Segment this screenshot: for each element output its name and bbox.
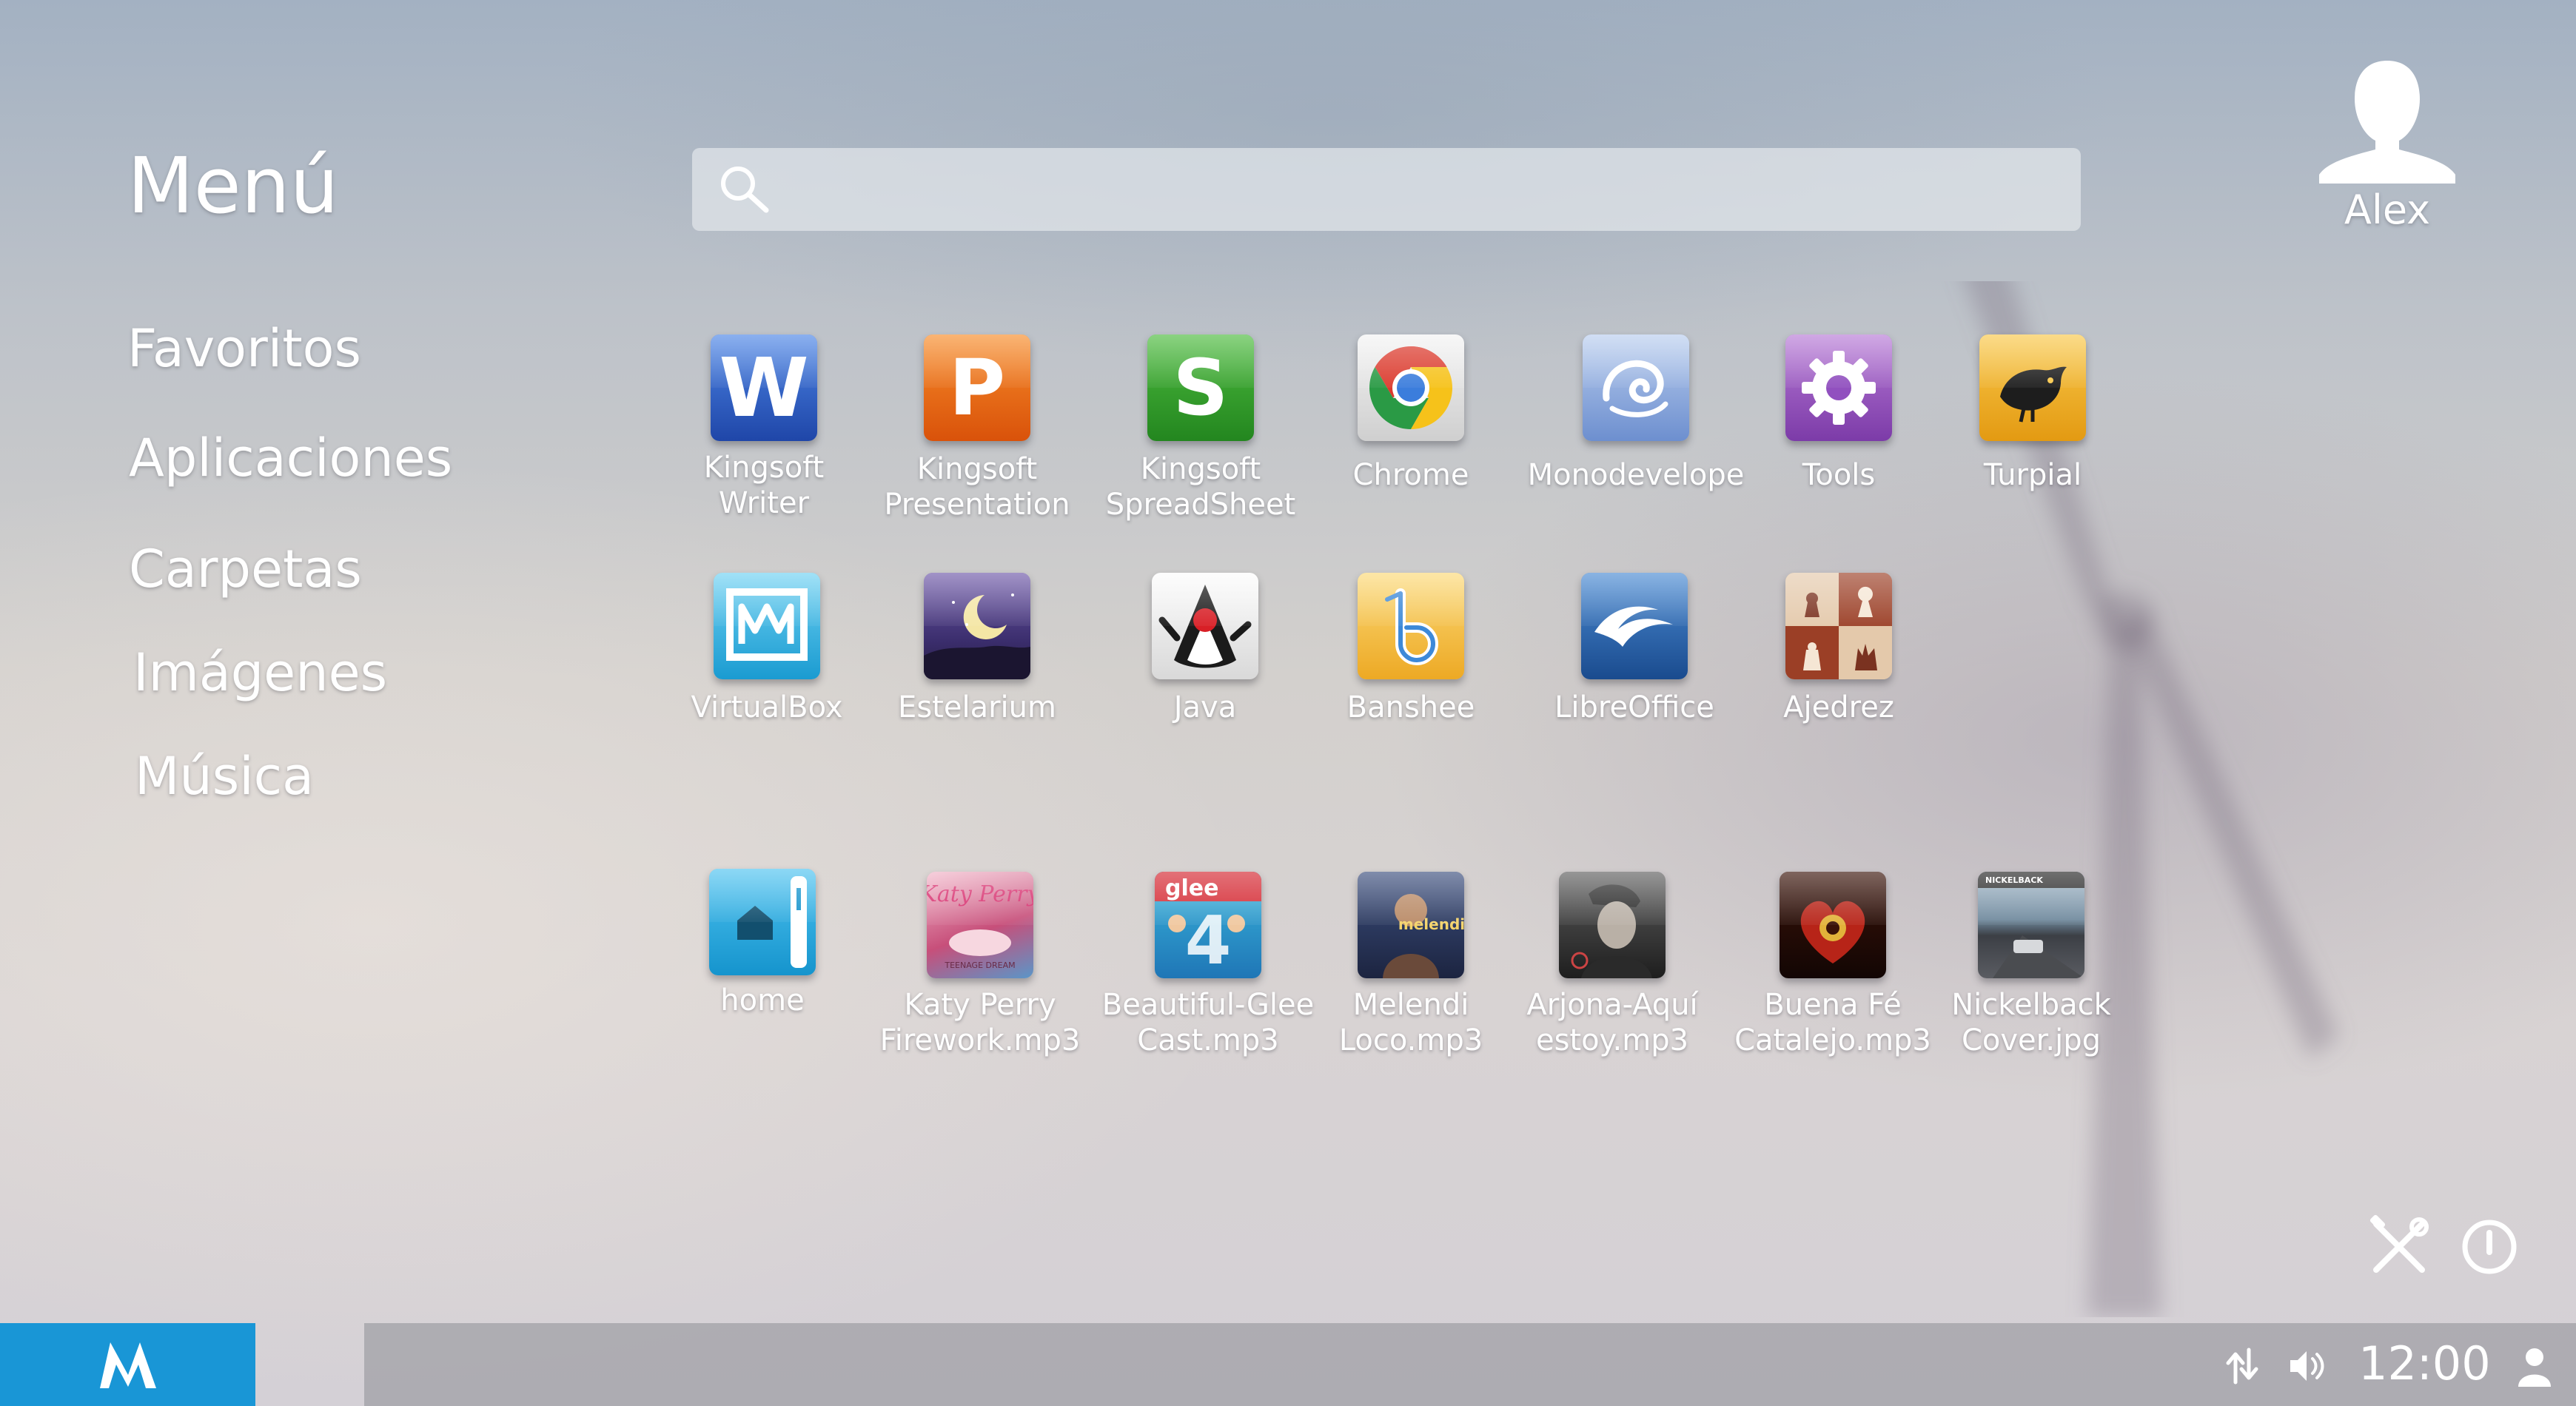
app-tools[interactable]: Tools [1728, 334, 1950, 493]
home-folder-icon [709, 869, 816, 975]
svg-text:Katy Perry: Katy Perry [927, 881, 1033, 907]
album-cover-buena-fe-icon [1780, 872, 1886, 978]
menu-item-musica[interactable]: Música [135, 746, 314, 807]
app-turpial[interactable]: Turpial [1922, 334, 2144, 493]
file-katy-perry[interactable]: Katy Perry TEENAGE DREAM Katy Perry Fire… [869, 872, 1091, 1058]
app-kingsoft-presentation[interactable]: P Kingsoft Presentation [866, 334, 1088, 522]
app-label: Chrome [1352, 458, 1469, 492]
kingsoft-writer-icon: W [711, 334, 817, 441]
menu-item-aplicaciones[interactable]: Aplicaciones [129, 428, 452, 488]
app-ajedrez[interactable]: Ajedrez [1728, 573, 1950, 725]
album-cover-katy-perry-icon: Katy Perry TEENAGE DREAM [927, 872, 1033, 978]
app-kingsoft-spreadsheet[interactable]: S Kingsoft SpreadSheet [1090, 334, 1312, 522]
search-icon [721, 166, 769, 213]
user-name: Alex [2344, 186, 2431, 233]
m-logo-icon [99, 1342, 156, 1388]
search-input[interactable] [772, 148, 2081, 231]
chess-icon [1785, 573, 1892, 679]
app-estelarium[interactable]: Estelarium [866, 573, 1088, 725]
album-cover-melendi-icon: melendi [1358, 872, 1464, 978]
turpial-bird-icon [1979, 334, 2086, 441]
file-label: Nickelback Cover.jpg [1951, 988, 2111, 1057]
file-melendi[interactable]: melendi Melendi Loco.mp3 [1300, 872, 1522, 1058]
kingsoft-presentation-icon: P [924, 334, 1030, 441]
app-label: Monodevelope [1527, 458, 1745, 492]
file-glee[interactable]: glee 4 Beautiful-Glee Cast.mp3 [1097, 872, 1319, 1058]
file-buena-fe[interactable]: Buena Fé Catalejo.mp3 [1722, 872, 1944, 1058]
svg-text:4: 4 [1185, 902, 1232, 978]
monodevelop-icon [1583, 334, 1689, 441]
svg-text:melendi: melendi [1398, 915, 1464, 933]
app-label: Kingsoft SpreadSheet [1105, 452, 1296, 522]
image-nickelback-cover-icon: NICKELBACK [1978, 872, 2084, 978]
libreoffice-icon [1581, 573, 1688, 679]
search-bar[interactable] [692, 148, 2081, 231]
file-label: Arjona-Aquí estoy.mp3 [1526, 988, 1698, 1057]
svg-text:TEENAGE DREAM: TEENAGE DREAM [944, 961, 1015, 970]
stellarium-moon-icon [924, 573, 1030, 679]
taskbar: 12:00 [0, 1323, 2576, 1406]
app-libreoffice[interactable]: LibreOffice [1523, 573, 1745, 725]
user-icon[interactable] [2512, 1344, 2557, 1388]
app-label: LibreOffice [1554, 690, 1714, 724]
java-duke-icon [1152, 573, 1258, 679]
power-icon[interactable] [2456, 1214, 2523, 1280]
file-label: home [720, 983, 805, 1018]
file-label: Katy Perry Firework.mp3 [879, 988, 1081, 1057]
start-button[interactable] [0, 1323, 255, 1406]
app-label: Kingsoft Presentation [884, 452, 1070, 522]
clock[interactable]: 12:00 [2358, 1336, 2491, 1390]
file-arjona[interactable]: Arjona-Aquí estoy.mp3 [1501, 872, 1723, 1058]
app-label: Turpial [1983, 458, 2082, 492]
user-profile[interactable]: Alex [2317, 58, 2458, 233]
album-cover-glee-icon: glee 4 [1155, 872, 1261, 978]
app-label: Banshee [1346, 690, 1475, 724]
album-cover-arjona-icon [1559, 872, 1666, 978]
app-banshee[interactable]: Banshee [1300, 573, 1522, 725]
file-label: Melendi Loco.mp3 [1338, 988, 1483, 1057]
app-label: Java [1173, 690, 1237, 724]
app-label: Estelarium [898, 690, 1056, 724]
virtualbox-icon [714, 573, 820, 679]
chrome-icon [1358, 334, 1464, 441]
menu-item-imagenes[interactable]: Imágenes [133, 642, 387, 703]
menu-item-carpetas[interactable]: Carpetas [129, 539, 362, 599]
app-label: Ajedrez [1783, 690, 1894, 724]
file-label: Beautiful-Glee Cast.mp3 [1101, 988, 1315, 1057]
svg-text:NICKELBACK: NICKELBACK [1985, 875, 2043, 885]
file-home[interactable]: home [651, 869, 873, 1018]
file-label: Buena Fé Catalejo.mp3 [1734, 988, 1931, 1057]
banshee-icon [1358, 573, 1464, 679]
network-arrows-icon[interactable] [2219, 1344, 2264, 1388]
svg-text:glee: glee [1165, 875, 1218, 901]
app-monodevelope[interactable]: Monodevelope [1525, 334, 1747, 493]
volume-icon[interactable] [2284, 1344, 2329, 1388]
app-chrome[interactable]: Chrome [1300, 334, 1522, 493]
app-java[interactable]: Java [1094, 573, 1316, 725]
menu-title: Menú [127, 141, 339, 231]
tools-cross-icon[interactable] [2366, 1214, 2432, 1280]
menu-item-favoritos[interactable]: Favoritos [127, 318, 361, 379]
user-avatar-icon [2319, 61, 2455, 184]
app-kingsoft-writer[interactable]: W Kingsoft Writer [653, 334, 875, 521]
app-label: Kingsoft Writer [703, 451, 825, 520]
app-label: Tools [1802, 458, 1876, 492]
file-nickelback[interactable]: NICKELBACK Nickelback Cover.jpg [1920, 872, 2142, 1058]
app-virtualbox[interactable]: VirtualBox [656, 573, 878, 725]
app-label: VirtualBox [691, 690, 843, 724]
tools-gear-icon [1785, 334, 1892, 441]
kingsoft-spreadsheet-icon: S [1147, 334, 1254, 441]
